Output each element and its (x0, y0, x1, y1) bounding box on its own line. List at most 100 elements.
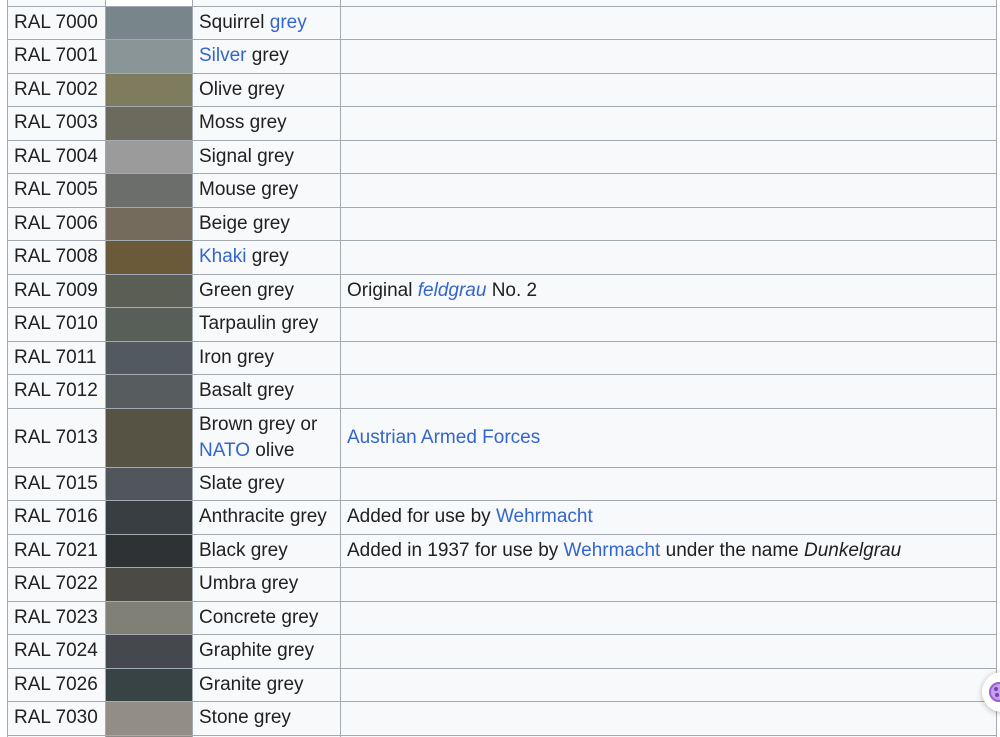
ral-code-cell: RAL 7022 (7, 567, 106, 602)
note-text: Added for use by (347, 506, 496, 528)
color-swatch (105, 106, 193, 141)
note-cell (340, 374, 997, 409)
name-text: olive (250, 439, 295, 461)
name-text: Green grey (199, 279, 295, 301)
note-cell (340, 173, 997, 208)
table-row: RAL 7026 Granite grey (7, 667, 997, 702)
name-text: Signal grey (199, 145, 295, 167)
note-link[interactable]: Wehrmacht (564, 540, 661, 561)
ral-code-cell: RAL 7002 (7, 72, 106, 107)
table-row: RAL 7021 Black grey Added in 1937 for use … (7, 533, 997, 568)
color-swatch (105, 39, 193, 74)
note-link[interactable]: Wehrmacht (496, 506, 593, 527)
table-row: RAL 7015 Slate grey (7, 466, 997, 501)
name-link[interactable]: Khaki (199, 246, 247, 267)
color-name-cell: Basalt grey (192, 374, 341, 409)
name-text: Tarpaulin grey (199, 313, 319, 335)
color-swatch (105, 240, 193, 275)
name-text: grey (246, 246, 289, 268)
color-swatch (105, 600, 193, 635)
color-name-cell: Iron grey (192, 340, 341, 375)
note-text: No. 2 (486, 279, 538, 301)
color-name-cell: Tarpaulin grey (192, 307, 341, 342)
color-swatch (105, 667, 193, 702)
color-swatch (105, 307, 193, 342)
table-row: RAL 7004 Signal grey (7, 139, 997, 174)
table-row: RAL 7010 Tarpaulin grey (7, 307, 997, 342)
note-link[interactable]: Austrian Armed Forces (347, 427, 540, 448)
note-cell (340, 701, 997, 736)
color-name-cell: Beige grey (192, 206, 341, 241)
name-link[interactable]: Silver (199, 45, 247, 66)
name-text: Squirrel (199, 11, 270, 33)
color-name-cell: Stone grey (192, 701, 341, 736)
ral-code-cell: RAL 7030 (7, 701, 106, 736)
color-name-cell: Moss grey (192, 106, 341, 141)
color-name-cell: Black grey (192, 533, 341, 568)
note-cell (340, 206, 997, 241)
note-text: Original (347, 279, 418, 301)
note-cell (340, 634, 997, 669)
table-row: RAL 7016 Anthracite grey Added for use by … (7, 500, 997, 535)
name-text: Anthracite grey (199, 506, 327, 528)
note-cell (340, 39, 997, 74)
color-name-cell: Olive grey (192, 72, 341, 107)
note-cell (340, 667, 997, 702)
color-name-cell: Khaki grey (192, 240, 341, 275)
table-row: RAL 7024 Graphite grey (7, 634, 997, 669)
color-name-cell: Umbra grey (192, 567, 341, 602)
ral-code-cell: RAL 7021 (7, 533, 106, 568)
ral-code-cell: RAL 7026 (7, 667, 106, 702)
color-swatch (105, 72, 193, 107)
name-text: Concrete grey (199, 606, 319, 628)
name-text: grey (246, 45, 289, 67)
table-row: RAL 7023 Concrete grey (7, 600, 997, 635)
name-text: Iron grey (199, 346, 274, 368)
note-cell (340, 340, 997, 375)
table-row: RAL 7002 Olive grey (7, 72, 997, 107)
color-name-cell: Concrete grey (192, 600, 341, 635)
ral-code-cell: RAL 7005 (7, 173, 106, 208)
ral-code-cell: RAL 7010 (7, 307, 106, 342)
note-text: Dunkelgrau (804, 539, 902, 561)
ral-code-cell: RAL 7001 (7, 39, 106, 74)
ral-code-cell: RAL 7013 (7, 407, 106, 468)
ral-code-cell: RAL 7004 (7, 139, 106, 174)
color-swatch (105, 206, 193, 241)
name-text: Mouse grey (199, 179, 299, 201)
table-row: RAL 7006 Beige grey (7, 206, 997, 241)
name-text: Brown grey or (199, 413, 318, 435)
ral-code-cell: RAL 7000 (7, 5, 106, 40)
note-cell (340, 139, 997, 174)
ral-code-cell: RAL 7024 (7, 634, 106, 669)
color-name-cell: Signal grey (192, 139, 341, 174)
color-name-cell: Green grey (192, 273, 341, 308)
ral-code-cell: RAL 7015 (7, 466, 106, 501)
color-swatch (105, 533, 193, 568)
note-cell: Original feldgrau No. 2 (340, 273, 997, 308)
ral-code-cell: RAL 7016 (7, 500, 106, 535)
page: RAL 7000 Squirrel grey RAL 7001 Silver grey… (0, 0, 1000, 737)
table-row: RAL 7011 Iron grey (7, 340, 997, 375)
note-text: Added in 1937 for use by (347, 539, 564, 561)
palette-icon (989, 682, 1000, 702)
note-cell (340, 106, 997, 141)
table-row: RAL 7008 Khaki grey (7, 240, 997, 275)
table-row: RAL 7022 Umbra grey (7, 567, 997, 602)
note-text: under the name (660, 539, 804, 561)
color-name-cell: Brown grey or NATO olive (192, 407, 341, 468)
name-link[interactable]: grey (270, 12, 307, 33)
color-swatch (105, 273, 193, 308)
name-link[interactable]: NATO (199, 440, 250, 461)
note-cell (340, 567, 997, 602)
name-text: Basalt grey (199, 380, 295, 402)
color-swatch (105, 340, 193, 375)
ral-table-body: RAL 7000 Squirrel grey RAL 7001 Silver grey… (7, 0, 997, 737)
name-text: Moss grey (199, 112, 287, 134)
note-cell (340, 240, 997, 275)
ral-color-table: RAL 7000 Squirrel grey RAL 7001 Silver grey… (7, 0, 997, 737)
note-link[interactable]: feldgrau (418, 280, 487, 301)
color-swatch (105, 173, 193, 208)
ral-code-cell: RAL 7011 (7, 340, 106, 375)
table-row: RAL 7001 Silver grey (7, 39, 997, 74)
